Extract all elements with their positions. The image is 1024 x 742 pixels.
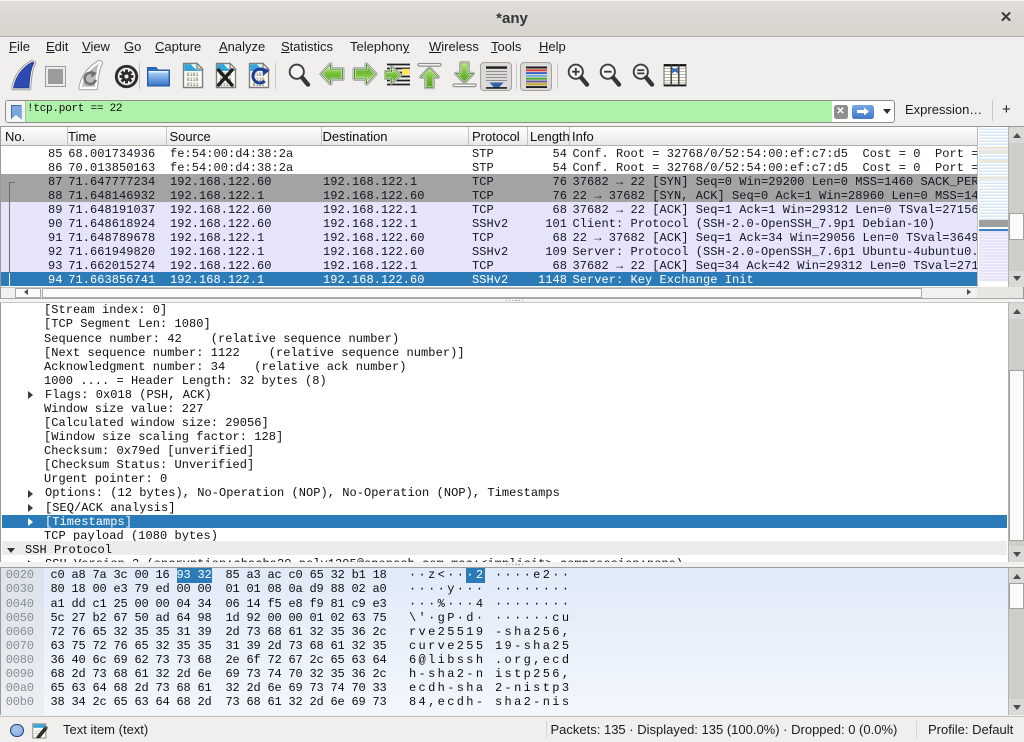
svg-text:0111: 0111: [187, 82, 199, 88]
